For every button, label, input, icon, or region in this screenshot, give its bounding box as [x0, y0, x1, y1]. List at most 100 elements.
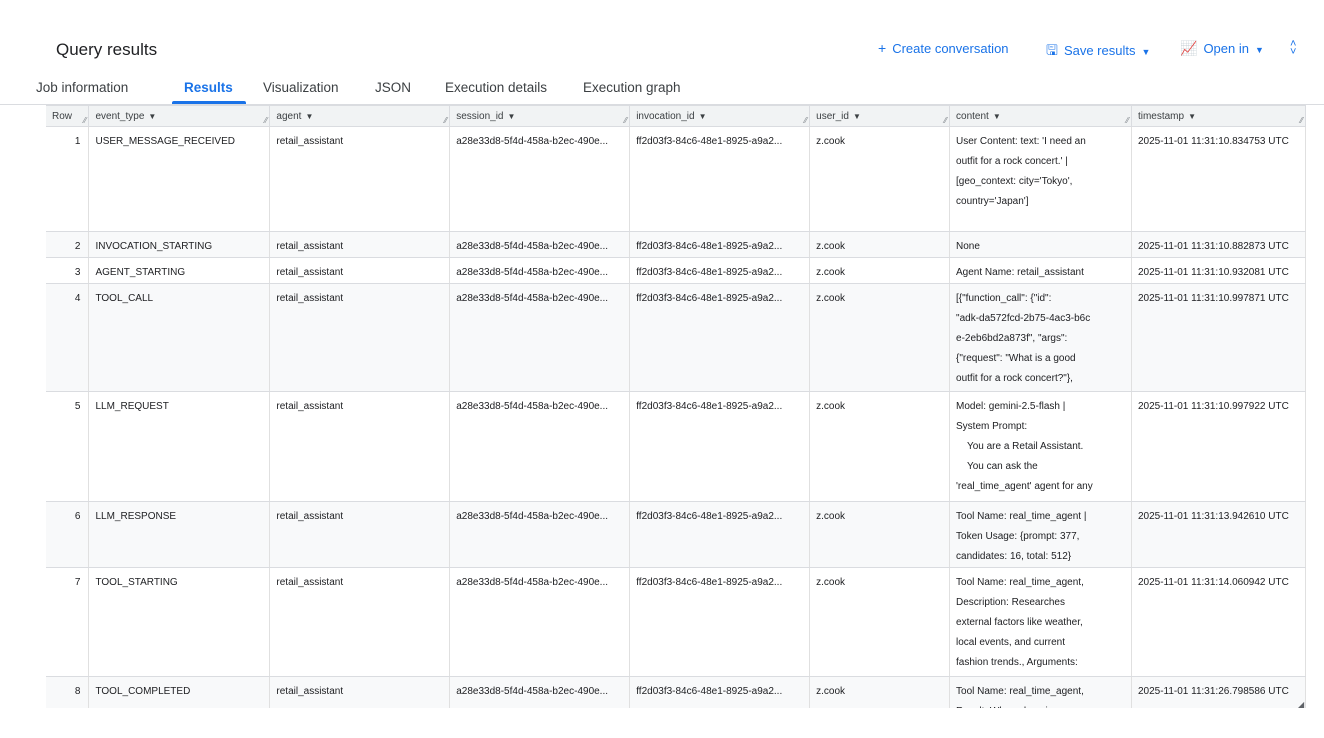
cell-invocation-id[interactable]: ff2d03f3-84c6-48e1-8925-a9a2...	[629, 567, 811, 677]
tab-execution-details[interactable]: Execution details	[445, 80, 547, 95]
cell-user-id[interactable]: z.cook	[809, 391, 951, 502]
table-row[interactable]: 8 TOOL_COMPLETED retail_assistant a28e33d8-…	[46, 676, 1306, 708]
caret-down-icon[interactable]: ▼	[148, 112, 156, 121]
cell-row[interactable]: 8	[46, 676, 90, 708]
table-row[interactable]: 7 TOOL_STARTING retail_assistant a28e33d8-5…	[46, 567, 1306, 677]
cell-content[interactable]: [{"function_call": {"id": "adk-da572fcd-2…	[949, 283, 1132, 392]
caret-down-icon[interactable]: ▼	[993, 112, 1001, 121]
table-row[interactable]: 4 TOOL_CALL retail_assistant a28e33d8-5f4d-…	[46, 283, 1306, 392]
caret-down-icon[interactable]: ▼	[508, 112, 516, 121]
cell-agent[interactable]: retail_assistant	[269, 283, 451, 392]
table-row[interactable]: 6 LLM_RESPONSE retail_assistant a28e33d8-5f…	[46, 501, 1306, 568]
cell-invocation-id[interactable]: ff2d03f3-84c6-48e1-8925-a9a2...	[629, 676, 811, 708]
cell-timestamp[interactable]: 2025-11-01 11:31:10.882873 UTC	[1131, 231, 1306, 258]
cell-agent[interactable]: retail_assistant	[269, 391, 451, 502]
column-header-invocation-id[interactable]: invocation_id ▼ ⁄⁄	[629, 106, 811, 127]
cell-session-id[interactable]: a28e33d8-5f4d-458a-b2ec-490e...	[449, 501, 631, 568]
column-header-content[interactable]: content ▼ ⁄⁄	[949, 106, 1132, 127]
cell-event-type[interactable]: TOOL_COMPLETED	[88, 676, 271, 708]
cell-user-id[interactable]: z.cook	[809, 567, 951, 677]
caret-down-icon[interactable]: ▼	[305, 112, 313, 121]
caret-down-icon[interactable]: ▼	[853, 112, 861, 121]
cell-content[interactable]: Tool Name: real_time_agent, Result: When …	[949, 676, 1132, 708]
tab-job-information[interactable]: Job information	[36, 80, 128, 95]
cell-content[interactable]: Tool Name: real_time_agent, Description: …	[949, 567, 1132, 677]
cell-user-id[interactable]: z.cook	[809, 126, 951, 232]
resize-handle-icon[interactable]: ⁄⁄	[944, 116, 947, 125]
resize-handle-icon[interactable]: ⁄⁄	[1126, 116, 1129, 125]
collapse-icon[interactable]: ˄ ˅	[1290, 39, 1296, 58]
cell-row[interactable]: 6	[46, 501, 90, 568]
cell-timestamp[interactable]: 2025-11-01 11:31:26.798586 UTC	[1131, 676, 1306, 708]
cell-content[interactable]: Tool Name: real_time_agent | Token Usage:…	[949, 501, 1132, 568]
cell-timestamp[interactable]: 2025-11-01 11:31:14.060942 UTC	[1131, 567, 1306, 677]
cell-invocation-id[interactable]: ff2d03f3-84c6-48e1-8925-a9a2...	[629, 231, 811, 258]
cell-invocation-id[interactable]: ff2d03f3-84c6-48e1-8925-a9a2...	[629, 283, 811, 392]
cell-row[interactable]: 7	[46, 567, 90, 677]
cell-timestamp[interactable]: 2025-11-01 11:31:10.834753 UTC	[1131, 126, 1306, 232]
cell-event-type[interactable]: LLM_RESPONSE	[88, 501, 271, 568]
tab-json[interactable]: JSON	[375, 80, 411, 95]
cell-session-id[interactable]: a28e33d8-5f4d-458a-b2ec-490e...	[449, 283, 631, 392]
cell-invocation-id[interactable]: ff2d03f3-84c6-48e1-8925-a9a2...	[629, 501, 811, 568]
column-header-row[interactable]: Row ⁄⁄	[46, 106, 90, 127]
column-header-user-id[interactable]: user_id ▼ ⁄⁄	[809, 106, 951, 127]
cell-user-id[interactable]: z.cook	[809, 283, 951, 392]
cell-agent[interactable]: retail_assistant	[269, 676, 451, 708]
cell-invocation-id[interactable]: ff2d03f3-84c6-48e1-8925-a9a2...	[629, 257, 811, 284]
resize-handle-icon[interactable]: ⁄⁄	[265, 116, 268, 125]
table-row[interactable]: 1 USER_MESSAGE_RECEIVED retail_assistant a2…	[46, 126, 1306, 232]
cell-content[interactable]: None	[949, 231, 1132, 258]
cell-event-type[interactable]: LLM_REQUEST	[88, 391, 271, 502]
table-row[interactable]: 2 INVOCATION_STARTING retail_assistant a28e…	[46, 231, 1306, 258]
cell-agent[interactable]: retail_assistant	[269, 126, 451, 232]
cell-user-id[interactable]: z.cook	[809, 676, 951, 708]
resize-handle-icon[interactable]: ⁄⁄	[445, 116, 448, 125]
cell-row[interactable]: 3	[46, 257, 90, 284]
caret-down-icon[interactable]: ▼	[699, 112, 707, 121]
cell-timestamp[interactable]: 2025-11-01 11:31:10.932081 UTC	[1131, 257, 1306, 284]
cell-event-type[interactable]: TOOL_CALL	[88, 283, 271, 392]
save-results-button[interactable]: 🖫 Save results ▼	[1046, 40, 1150, 64]
cell-timestamp[interactable]: 2025-11-01 11:31:10.997871 UTC	[1131, 283, 1306, 392]
cell-event-type[interactable]: TOOL_STARTING	[88, 567, 271, 677]
create-conversation-button[interactable]: + Create conversation	[878, 40, 1009, 56]
cell-row[interactable]: 4	[46, 283, 90, 392]
column-header-timestamp[interactable]: timestamp ▼ ⁄⁄	[1131, 106, 1306, 127]
table-row[interactable]: 5 LLM_REQUEST retail_assistant a28e33d8-5f4…	[46, 391, 1306, 502]
cell-session-id[interactable]: a28e33d8-5f4d-458a-b2ec-490e...	[449, 676, 631, 708]
cell-row[interactable]: 1	[46, 126, 90, 232]
cell-session-id[interactable]: a28e33d8-5f4d-458a-b2ec-490e...	[449, 231, 631, 258]
cell-session-id[interactable]: a28e33d8-5f4d-458a-b2ec-490e...	[449, 391, 631, 502]
column-header-agent[interactable]: agent ▼ ⁄⁄	[269, 106, 451, 127]
cell-agent[interactable]: retail_assistant	[269, 231, 451, 258]
resize-handle-icon[interactable]: ⁄⁄	[1300, 116, 1303, 125]
cell-agent[interactable]: retail_assistant	[269, 501, 451, 568]
cell-content[interactable]: User Content: text: 'I need an outfit for…	[949, 126, 1132, 232]
column-header-event-type[interactable]: event_type ▼ ⁄⁄	[88, 106, 271, 127]
cell-event-type[interactable]: USER_MESSAGE_RECEIVED	[88, 126, 271, 232]
cell-user-id[interactable]: z.cook	[809, 257, 951, 284]
cell-event-type[interactable]: AGENT_STARTING	[88, 257, 271, 284]
cell-agent[interactable]: retail_assistant	[269, 257, 451, 284]
cell-timestamp[interactable]: 2025-11-01 11:31:10.997922 UTC	[1131, 391, 1306, 502]
caret-down-icon[interactable]: ▼	[1188, 112, 1196, 121]
cell-row[interactable]: 5	[46, 391, 90, 502]
cell-session-id[interactable]: a28e33d8-5f4d-458a-b2ec-490e...	[449, 126, 631, 232]
cell-session-id[interactable]: a28e33d8-5f4d-458a-b2ec-490e...	[449, 567, 631, 677]
cell-event-type[interactable]: INVOCATION_STARTING	[88, 231, 271, 258]
table-row[interactable]: 3 AGENT_STARTING retail_assistant a28e33d8-…	[46, 257, 1306, 284]
cell-invocation-id[interactable]: ff2d03f3-84c6-48e1-8925-a9a2...	[629, 391, 811, 502]
cell-session-id[interactable]: a28e33d8-5f4d-458a-b2ec-490e...	[449, 257, 631, 284]
cell-timestamp[interactable]: 2025-11-01 11:31:13.942610 UTC	[1131, 501, 1306, 568]
cell-agent[interactable]: retail_assistant	[269, 567, 451, 677]
cell-content[interactable]: Agent Name: retail_assistant	[949, 257, 1132, 284]
cell-user-id[interactable]: z.cook	[809, 231, 951, 258]
resize-corner-icon[interactable]: ◢	[1298, 700, 1304, 709]
cell-user-id[interactable]: z.cook	[809, 501, 951, 568]
column-header-session-id[interactable]: session_id ▼ ⁄⁄	[449, 106, 631, 127]
resize-handle-icon[interactable]: ⁄⁄	[84, 116, 87, 125]
tab-execution-graph[interactable]: Execution graph	[583, 80, 681, 95]
cell-invocation-id[interactable]: ff2d03f3-84c6-48e1-8925-a9a2...	[629, 126, 811, 232]
tab-visualization[interactable]: Visualization	[263, 80, 339, 95]
